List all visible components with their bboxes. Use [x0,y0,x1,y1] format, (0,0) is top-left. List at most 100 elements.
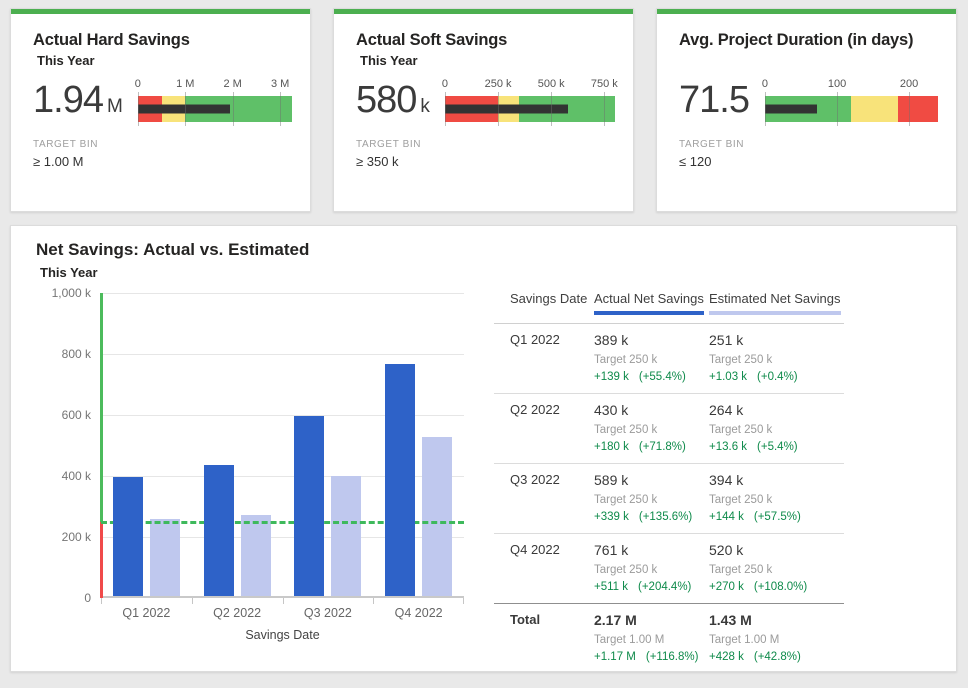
table-row-date: Q3 2022 [510,471,594,524]
estimated-cell-delta: +144 k(+57.5%) [709,510,844,524]
bullet-axis-tick-label: 250 k [485,78,512,90]
y-axis-tick-label: 400 k [62,469,91,483]
actual-bar-q3-2022[interactable] [294,416,324,596]
estimated-bar-q3-2022[interactable] [331,476,361,596]
y-axis-tick-label: 200 k [62,530,91,544]
kpi-card-1: Actual Hard SavingsThis Year1.94M01 M2 M… [10,8,311,212]
x-axis-category-label: Q3 2022 [283,606,374,620]
actual-cell-value: 430 k [594,401,709,419]
table-header-cell-1: Savings Date [510,290,594,315]
kpi-value-unit: M [107,96,122,117]
bullet-axis-tick-line [765,92,766,126]
bullet-bar [445,96,615,122]
estimated-cell-target: Target 250 k [709,563,844,577]
estimated-cell-target: Target 250 k [709,423,844,437]
bullet-axis-labels: 01 M2 M3 M [138,78,292,93]
total-actual-cell-delta-pct: (+116.8%) [646,651,699,663]
target-bin-label: TARGET BIN [679,139,940,150]
bullet-axis-tick-line [498,92,499,126]
table-row[interactable]: Q3 2022589 kTarget 250 k+339 k(+135.6%)3… [494,463,844,533]
actual-cell-target: Target 250 k [594,423,709,437]
x-axis-category-label: Q2 2022 [192,606,283,620]
bullet-axis-tick-label: 0 [762,78,768,90]
bullet-axis-tick-label: 100 [828,78,846,90]
actual-bar-q2-2022[interactable] [204,465,234,596]
bullet-axis-tick-line [280,92,281,126]
net-savings-panel: Net Savings: Actual vs. Estimated This Y… [10,225,957,672]
estimated-cell-value: 520 k [709,541,844,559]
kpi-value-unit: k [420,96,429,117]
y-axis-labels: 0200 k400 k600 k800 k1,000 k [21,293,91,598]
actual-cell-value: 589 k [594,471,709,489]
kpi-card-3: Avg. Project Duration (in days)71.501002… [656,8,957,212]
target-bin-value: ≤ 120 [679,154,940,169]
total-estimated-cell-delta-pct: (+42.8%) [754,651,801,663]
bullet-axis-tick-line [551,92,552,126]
kpi-value: 580k [356,79,429,122]
kpi-card-title: Actual Hard Savings [33,31,294,50]
kpi-card-body: Avg. Project Duration (in days)71.501002… [657,14,956,169]
x-axis-category-label: Q1 2022 [101,606,192,620]
total-actual-cell-target: Target 1.00 M [594,633,709,647]
table-row[interactable]: Q2 2022430 kTarget 250 k+180 k(+71.8%)26… [494,393,844,463]
actual-cell: 761 kTarget 250 k+511 k(+204.4%) [594,541,709,594]
actual-cell: 389 kTarget 250 k+139 k(+55.4%) [594,331,709,384]
kpi-bullet-chart: 0100200 [765,78,938,122]
x-axis-tick-mark [101,598,102,604]
bullet-axis-tick-label: 2 M [223,78,241,90]
actual-bar-q1-2022[interactable] [113,477,143,596]
bullet-axis-tick-label: 500 k [538,78,565,90]
x-axis-title: Savings Date [101,628,464,642]
bullet-axis-tick-label: 0 [135,78,141,90]
bullet-axis-tick-line [445,92,446,126]
kpi-card-content: 580k0250 k500 k750 k [356,74,617,126]
actual-cell-delta-pct: (+55.4%) [639,371,686,383]
estimated-cell-value: 251 k [709,331,844,349]
table-header-cell-3: Estimated Net Savings [709,290,844,315]
estimated-bar-q2-2022[interactable] [241,515,271,596]
y-axis-line-below-target [100,522,103,598]
actual-cell-target: Target 250 k [594,353,709,367]
kpi-bullet-chart: 0250 k500 k750 k [445,78,615,122]
kpi-card-subtitle: This Year [360,53,617,70]
kpi-cards-row: Actual Hard SavingsThis Year1.94M01 M2 M… [10,8,957,212]
bullet-axis-tick-line [909,92,910,126]
estimated-cell-delta: +13.6 k(+5.4%) [709,440,844,454]
actual-cell-value: 389 k [594,331,709,349]
actual-bar-q4-2022[interactable] [385,364,415,596]
estimated-bar-q1-2022[interactable] [150,519,180,596]
savings-table: Savings Date Actual Net SavingsEstimated … [494,290,844,673]
table-total-label: Total [510,611,594,664]
estimated-cell-value: 264 k [709,401,844,419]
estimated-bar-q4-2022[interactable] [422,437,452,596]
kpi-card-title: Avg. Project Duration (in days) [679,31,940,50]
actual-cell-delta-pct: (+71.8%) [639,441,686,453]
bullet-axis-labels: 0100200 [765,78,938,93]
bullet-measure-bar [445,105,568,114]
bullet-axis-tick-line [604,92,605,126]
total-estimated-cell: 1.43 MTarget 1.00 M+428 k(+42.8%) [709,611,844,664]
table-header-label: Actual Net Savings [594,291,704,315]
table-total-row[interactable]: Total2.17 MTarget 1.00 M+1.17 M(+116.8%)… [494,603,844,673]
actual-cell-delta: +180 k(+71.8%) [594,440,709,454]
y-axis-line-above-target [100,293,103,522]
target-bin-label: TARGET BIN [356,139,617,150]
bullet-axis-tick-line [185,92,186,126]
estimated-cell-delta-pct: (+108.0%) [754,581,807,593]
bullet-range-segment-3 [898,96,938,122]
table-row-date: Q2 2022 [510,401,594,454]
actual-cell-delta: +339 k(+135.6%) [594,510,709,524]
bullet-bar [138,96,292,122]
actual-cell: 589 kTarget 250 k+339 k(+135.6%) [594,471,709,524]
estimated-cell-delta: +1.03 k(+0.4%) [709,370,844,384]
bullet-bar [765,96,938,122]
savings-table-header: Savings Date Actual Net SavingsEstimated … [494,290,844,324]
table-row[interactable]: Q4 2022761 kTarget 250 k+511 k(+204.4%)5… [494,533,844,603]
bullet-axis-labels: 0250 k500 k750 k [445,78,615,93]
table-row[interactable]: Q1 2022389 kTarget 250 k+139 k(+55.4%)25… [494,324,844,393]
estimated-cell-delta-pct: (+5.4%) [757,441,798,453]
table-header-label: Savings Date [510,291,587,315]
actual-cell-delta-pct: (+135.6%) [639,511,692,523]
x-axis-tick-mark [373,598,374,604]
actual-cell: 430 k Target 250 k +180 k(+71.8%) [594,401,709,454]
